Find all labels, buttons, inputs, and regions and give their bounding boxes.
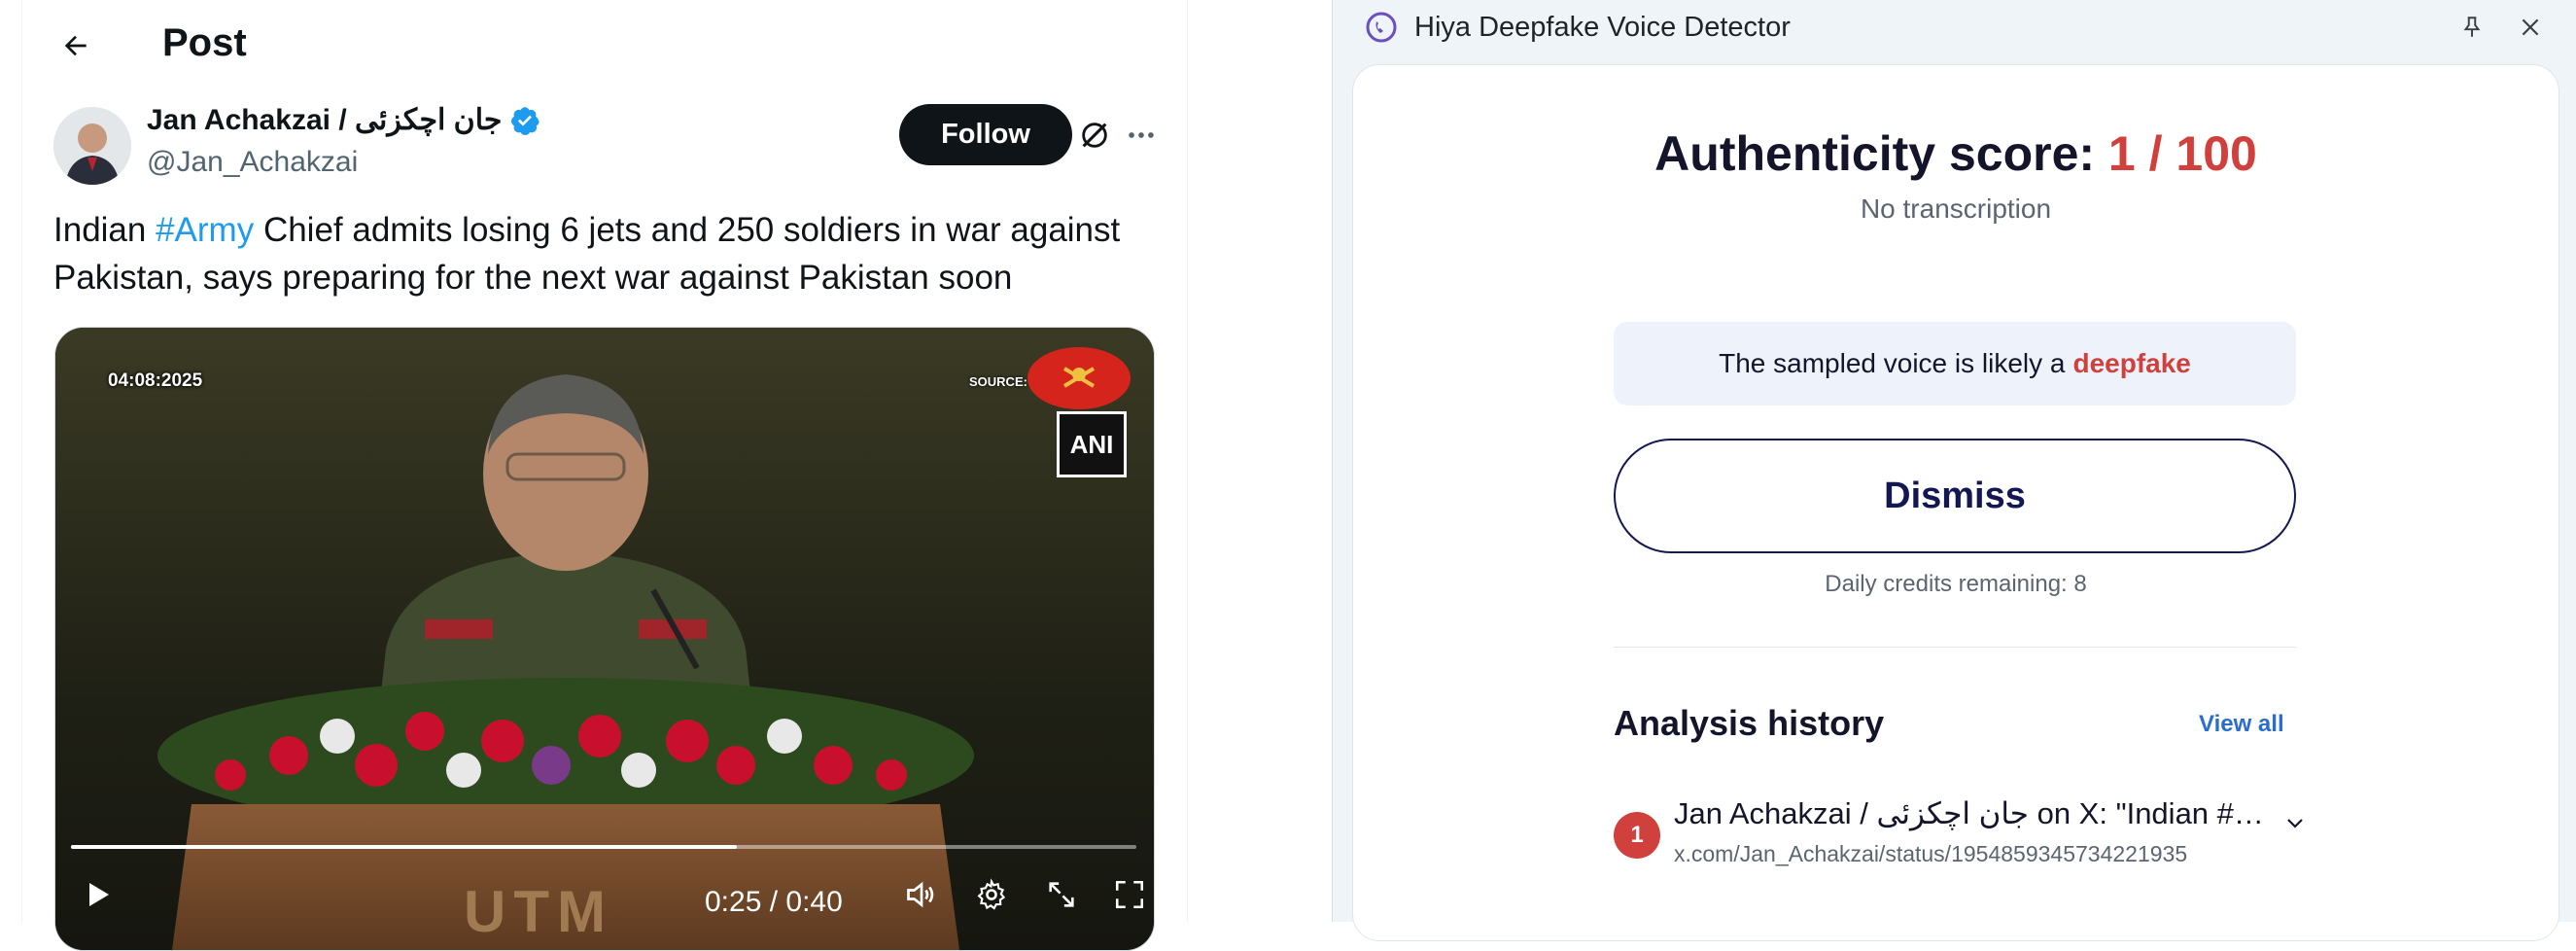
- volume-icon: [907, 881, 934, 908]
- video-player[interactable]: 04:08:2025 SOURCE: ADGPI ANI UTM 0:25 / …: [54, 327, 1155, 951]
- author-name[interactable]: Jan Achakzai / جان اچکزئی: [147, 103, 540, 137]
- video-frame: [55, 328, 1154, 950]
- podium-text: UTM: [464, 879, 613, 944]
- close-button[interactable]: [2513, 10, 2548, 45]
- verdict-word: deepfake: [2072, 348, 2191, 378]
- follow-button[interactable]: Follow: [899, 104, 1072, 165]
- extension-panel: Hiya Deepfake Voice Detector Authenticit…: [1332, 0, 2576, 941]
- extension-title: Hiya Deepfake Voice Detector: [1414, 12, 1791, 43]
- tweet-text-start: Indian: [53, 211, 157, 249]
- history-item[interactable]: 1 Jan Achakzai / جان اچکزئی on X: "India…: [1614, 726, 2314, 866]
- chevron-down-icon: [2287, 819, 2303, 828]
- grok-icon: [1082, 123, 1107, 148]
- fullscreen-button[interactable]: [1107, 872, 1152, 917]
- authenticity-score: Authenticity score: 1 / 100: [1353, 125, 2559, 182]
- avatar[interactable]: [53, 107, 131, 185]
- video-date-overlay: 04:08:2025: [108, 370, 203, 391]
- video-progress-bar[interactable]: [71, 845, 1136, 849]
- divider: [1614, 647, 2296, 648]
- author-name-text: Jan Achakzai / جان اچکزئی: [147, 104, 503, 136]
- volume-button[interactable]: [899, 872, 944, 917]
- verdict-text: The sampled voice is likely a: [1719, 348, 2066, 378]
- score-label: Authenticity score:: [1654, 126, 2108, 181]
- arrow-left-icon: [64, 35, 87, 56]
- post-header: Post: [22, 0, 1187, 93]
- page-title: Post: [162, 21, 247, 64]
- video-progress-fill: [71, 845, 737, 849]
- back-button[interactable]: [53, 23, 98, 68]
- history-item-title: Jan Achakzai / جان اچکزئی on X: "Indian …: [1674, 796, 2267, 830]
- ani-logo: ANI: [1057, 411, 1127, 477]
- daily-credits: Daily credits remaining: 8: [1825, 571, 2087, 597]
- gear-icon: [977, 878, 1006, 910]
- settings-button[interactable]: [969, 872, 1014, 917]
- avatar-image: [53, 107, 131, 185]
- more-horizontal-icon: [1129, 132, 1154, 138]
- transcription-status: No transcription: [1860, 194, 2052, 224]
- expand-button[interactable]: [2279, 806, 2312, 839]
- army-emblem-logo: [1027, 347, 1131, 409]
- score-value: 1 / 100: [2107, 126, 2257, 181]
- verdict-box: The sampled voice is likely a deepfake: [1614, 322, 2296, 405]
- history-index-badge: 1: [1614, 812, 1660, 859]
- play-button[interactable]: [75, 872, 120, 917]
- close-icon: [2522, 18, 2539, 36]
- play-icon: [89, 883, 109, 906]
- pip-button[interactable]: [1039, 872, 1084, 917]
- hiya-logo-icon: [1366, 12, 1397, 43]
- more-options-button[interactable]: [1119, 113, 1164, 158]
- video-time: 0:25 / 0:40: [705, 886, 843, 918]
- result-card: Authenticity score: 1 / 100 No transcrip…: [1352, 64, 2559, 941]
- pin-icon: [2463, 17, 2481, 37]
- picture-in-picture-icon: [1049, 882, 1074, 907]
- author-handle[interactable]: @Jan_Achakzai: [147, 146, 358, 179]
- verified-badge-icon: [511, 106, 540, 135]
- history-item-url: x.com/Jan_Achakzai/status/19548593457342…: [1674, 841, 2188, 866]
- hashtag-link[interactable]: #Army: [156, 211, 254, 249]
- post-column: Post Jan Achakzai / جان اچکزئی @Jan_Acha…: [21, 0, 1188, 951]
- grok-button[interactable]: [1072, 113, 1117, 158]
- pin-button[interactable]: [2454, 10, 2489, 45]
- tweet-text: Indian #Army Chief admits losing 6 jets …: [53, 206, 1162, 301]
- fullscreen-icon: [1115, 880, 1144, 909]
- dismiss-button[interactable]: Dismiss: [1614, 439, 2296, 553]
- extension-titlebar: Hiya Deepfake Voice Detector: [1333, 0, 2576, 54]
